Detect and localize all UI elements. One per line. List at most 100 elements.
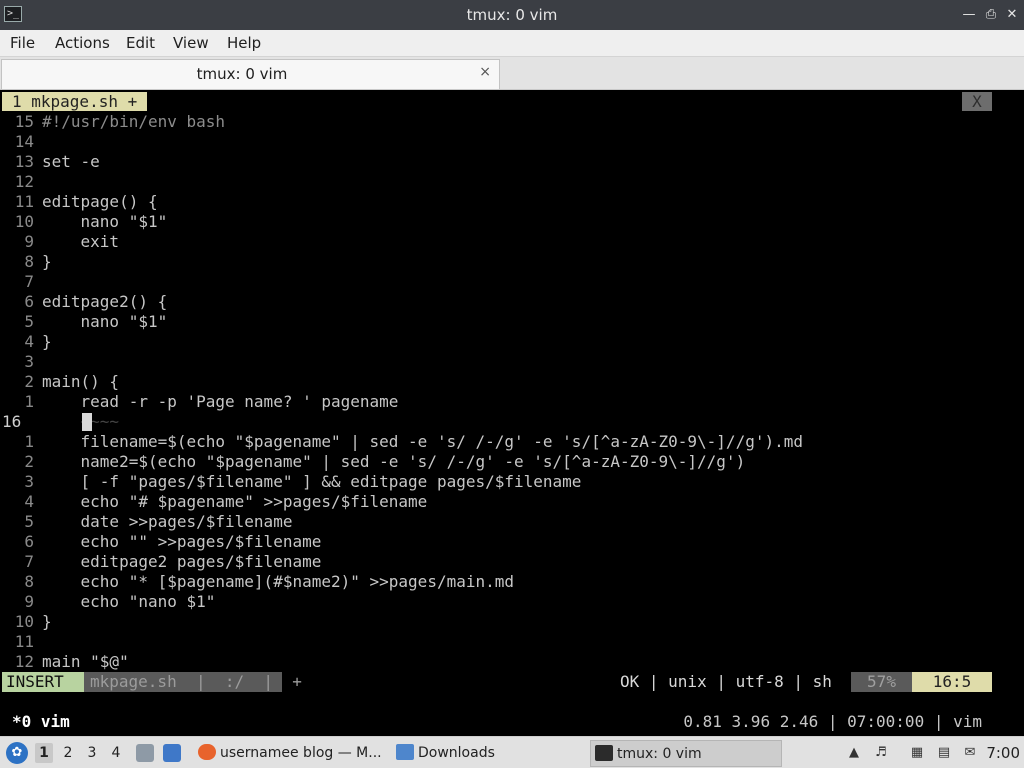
vim-tabline: 1 mkpage.sh + X [0, 92, 1024, 112]
clock: 7:00 [986, 744, 1020, 762]
code-line[interactable]: 4} [0, 332, 1024, 352]
line-number: 4 [24, 492, 34, 511]
line-number: 12 [14, 172, 34, 191]
code-line[interactable]: 7 [0, 272, 1024, 292]
code-line[interactable]: 8 echo "* [$pagename](#$name2)" >>pages/… [0, 572, 1024, 592]
line-number: 13 [14, 152, 34, 171]
code-line[interactable]: 11 [0, 632, 1024, 652]
code-text: filename=$(echo "$pagename" | sed -e 's/… [42, 432, 803, 451]
code-line[interactable]: 10} [0, 612, 1024, 632]
network-icon[interactable]: ▦ [908, 744, 926, 762]
code-line[interactable]: 6 echo "" >>pages/$filename [0, 532, 1024, 552]
menu-actions[interactable]: Actions [55, 34, 110, 52]
task-downloads[interactable]: Downloads [392, 740, 582, 767]
vim-tab-mkpage[interactable]: 1 mkpage.sh + [2, 92, 148, 111]
code-line[interactable]: 7 editpage2 pages/$filename [0, 552, 1024, 572]
code-text: set -e [42, 152, 100, 171]
menu-bar: File Actions Edit View Help [0, 30, 1024, 57]
terminal-area[interactable]: 1 mkpage.sh + X 15 #!/usr/bin/env bash 14 1… [0, 91, 1024, 736]
app-menu-icon[interactable]: ✿ [6, 742, 28, 764]
code-line[interactable]: 13 set -e [0, 152, 1024, 172]
line-number: 2 [24, 452, 34, 471]
code-text: } [42, 612, 52, 631]
task-tmux[interactable]: tmux: 0 vim [590, 740, 782, 767]
line-number: 1 [24, 432, 34, 451]
line-number: 4 [24, 332, 34, 351]
firefox-icon [198, 744, 216, 760]
text-cursor [82, 413, 92, 431]
code-text: [ -f "pages/$filename" ] && editpage pag… [42, 472, 582, 491]
vim-tab-close[interactable]: X [962, 92, 992, 111]
maximize-button[interactable]: ⎙ [982, 6, 1000, 24]
code-text: editpage() { [42, 192, 158, 211]
code-line[interactable]: 2 main() { [0, 372, 1024, 392]
code-line[interactable]: 14 [0, 132, 1024, 152]
code-text: ~~~~ [42, 412, 120, 431]
line-number: 11 [14, 632, 34, 651]
code-line[interactable]: 9 exit [0, 232, 1024, 252]
vim-percent: 57% [851, 672, 912, 692]
code-text: exit [42, 232, 120, 251]
task-firefox[interactable]: usernamee blog — M... [194, 740, 384, 767]
code-line[interactable]: 1 read -r -p 'Page name? ' pagename [0, 392, 1024, 412]
line-number: 10 [14, 612, 34, 631]
tab-tmux[interactable]: tmux: 0 vim × [1, 59, 500, 89]
tab-strip: tmux: 0 vim × [0, 57, 1024, 90]
line-number: 16 [2, 412, 22, 431]
tmux-window[interactable]: *0 vim [12, 711, 70, 733]
code-line[interactable]: 9 echo "nano $1" [0, 592, 1024, 612]
file-manager-icon[interactable] [136, 744, 154, 762]
code-text: editpage2 pages/$filename [42, 552, 322, 571]
code-line[interactable]: 12 [0, 172, 1024, 192]
line-number: 6 [24, 292, 34, 311]
tmux-statusbar: *0 vim 0.81 3.96 2.46 | 07:00:00 | vim [0, 711, 1024, 733]
tab-close-icon[interactable]: × [479, 64, 491, 80]
code-text: editpage2() { [42, 292, 168, 311]
code-line[interactable]: 5 date >>pages/$filename [0, 512, 1024, 532]
code-line[interactable]: 3 [ -f "pages/$filename" ] && editpage p… [0, 472, 1024, 492]
close-button[interactable]: ✕ [1003, 6, 1021, 24]
menu-view[interactable]: View [173, 34, 209, 52]
workspace-4[interactable]: 4 [107, 743, 125, 763]
code-line[interactable]: 10 nano "$1" [0, 212, 1024, 232]
desktop-icon[interactable] [163, 744, 181, 762]
vim-fileinfo: mkpage.sh | :/ | + [84, 672, 302, 692]
volume-icon[interactable]: ♬ [872, 744, 890, 762]
menu-file[interactable]: File [10, 34, 35, 52]
code-text: echo "# $pagename" >>pages/$filename [42, 492, 428, 511]
upload-icon[interactable]: ▲ [845, 744, 863, 762]
window-title: tmux: 0 vim [466, 6, 558, 24]
code-text: nano "$1" [42, 312, 168, 331]
workspace-1[interactable]: 1 [35, 743, 53, 763]
code-line[interactable]: 8} [0, 252, 1024, 272]
code-line[interactable]: 16 ~~~~ [0, 412, 1024, 432]
code-line[interactable]: 3 [0, 352, 1024, 372]
code-line[interactable]: 11 editpage() { [0, 192, 1024, 212]
code-line[interactable]: 6 editpage2() { [0, 292, 1024, 312]
code-line[interactable]: 1 filename=$(echo "$pagename" | sed -e '… [0, 432, 1024, 452]
code-line[interactable]: 15 #!/usr/bin/env bash [0, 112, 1024, 132]
notification-icon[interactable]: ✉ [961, 744, 979, 762]
code-text: echo "nano $1" [42, 592, 216, 611]
task-firefox-label: usernamee blog — M... [220, 745, 382, 761]
line-number: 2 [24, 372, 34, 391]
code-line[interactable]: 2 name2=$(echo "$pagename" | sed -e 's/ … [0, 452, 1024, 472]
code-line[interactable]: 12 main "$@" [0, 652, 1024, 672]
clipboard-icon[interactable]: ▤ [935, 744, 953, 762]
menu-edit[interactable]: Edit [126, 34, 155, 52]
menu-help[interactable]: Help [227, 34, 261, 52]
vim-mode: INSERT [2, 672, 84, 692]
code-text: main() { [42, 372, 120, 391]
vim-statusline: INSERT mkpage.sh | :/ | + OK | unix | ut… [0, 671, 1024, 693]
line-number: 5 [24, 312, 34, 331]
code-text: echo "" >>pages/$filename [42, 532, 322, 551]
workspace-3[interactable]: 3 [83, 743, 101, 763]
window-titlebar: >_ tmux: 0 vim — ⎙ ✕ [0, 0, 1024, 30]
line-number: 6 [24, 532, 34, 551]
code-line[interactable]: 4 echo "# $pagename" >>pages/$filename [0, 492, 1024, 512]
minimize-button[interactable]: — [960, 6, 978, 24]
code-line[interactable]: 5 nano "$1" [0, 312, 1024, 332]
vim-encoding-info: OK | unix | utf-8 | sh [620, 672, 832, 691]
workspace-2[interactable]: 2 [59, 743, 77, 763]
line-number: 5 [24, 512, 34, 531]
